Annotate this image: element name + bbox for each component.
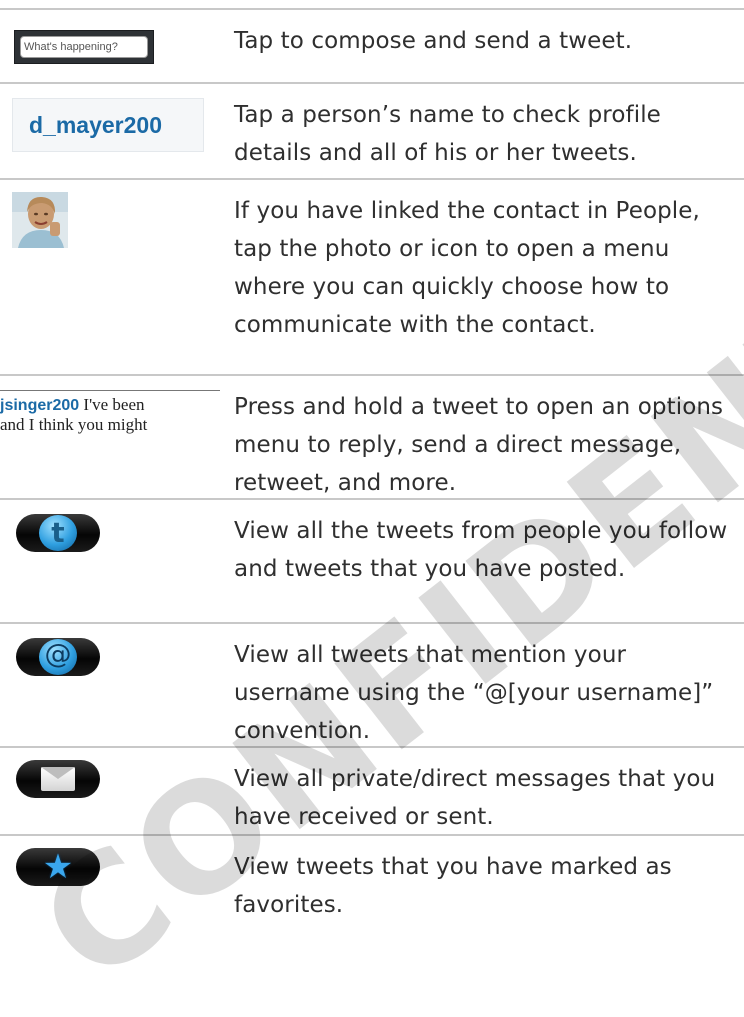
username-link-icon: d_mayer200 (12, 98, 204, 152)
row-description: View all private/direct messages that yo… (234, 766, 716, 830)
row-description: View tweets that you have marked as favo… (234, 854, 672, 918)
favorites-tab-icon: ★ (16, 848, 100, 886)
tweet-username: jsinger200 (0, 397, 80, 414)
contact-photo-icon (12, 192, 68, 252)
compose-placeholder: What's happening? (20, 36, 148, 58)
contact-photo (12, 192, 68, 248)
table-row: t View all the tweets from people you fo… (0, 498, 744, 622)
row-description: View all tweets that mention your userna… (234, 642, 714, 744)
tweet-preview-icon: jsinger200 I've been and I think you mig… (0, 390, 220, 443)
row-description: If you have linked the contact in People… (234, 198, 700, 338)
messages-tab-icon (16, 760, 100, 798)
tweet-preview: jsinger200 I've been and I think you mig… (0, 390, 220, 443)
table-row: What's happening? Tap to compose and sen… (0, 8, 744, 82)
table-row: @ View all tweets that mention your user… (0, 622, 744, 746)
star-icon: ★ (42, 847, 74, 887)
row-description: Press and hold a tweet to open an option… (234, 394, 724, 496)
table-row: If you have linked the contact in People… (0, 178, 744, 374)
row-description: Tap a person’s name to check profile det… (234, 102, 661, 166)
table-row: ★ View tweets that you have marked as fa… (0, 834, 744, 922)
twitter-tab-icon: t (16, 514, 100, 552)
mentions-tab-icon: @ (16, 638, 100, 676)
username-label: d_mayer200 (12, 98, 204, 152)
table-row: d_mayer200 Tap a person’s name to check … (0, 82, 744, 178)
table-row: jsinger200 I've been and I think you mig… (0, 374, 744, 498)
compose-box-icon: What's happening? (14, 30, 154, 64)
row-description: View all the tweets from people you foll… (234, 518, 728, 582)
tweet-text-line: and I think you might (0, 415, 148, 434)
row-description: Tap to compose and send a tweet. (234, 28, 633, 54)
envelope-icon (41, 767, 75, 791)
tweet-text-line: I've been (79, 395, 145, 414)
table-row: View all private/direct messages that yo… (0, 746, 744, 834)
